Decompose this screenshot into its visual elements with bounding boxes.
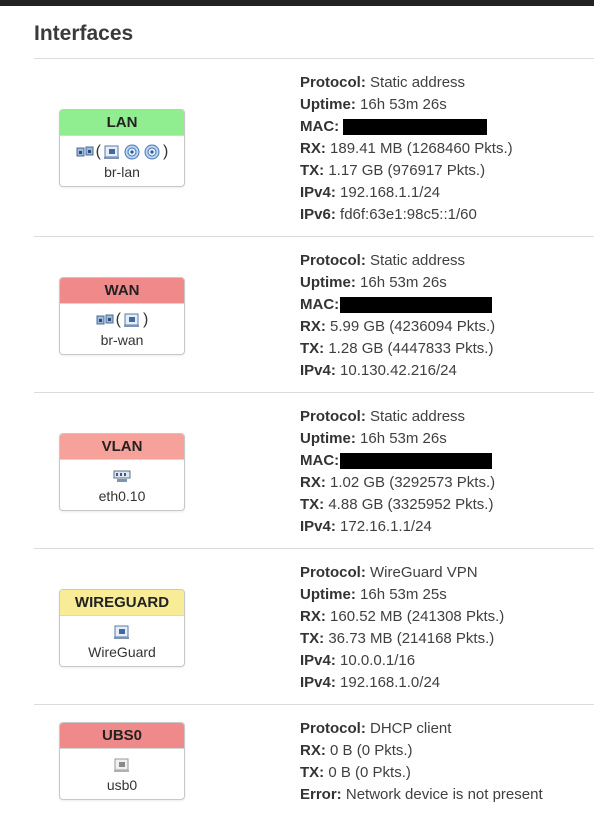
wifi-icon [124,144,140,159]
detail-line: IPv4: 10.0.0.1/16 [300,652,416,669]
detail-line: RX: 189.41 MB (1268460 Pkts.) [300,140,513,157]
interface-row-lan: LAN ( ) br-lan Protocol: Static address … [34,58,594,236]
mac-redaction [340,297,493,313]
detail-line-mac: MAC: [300,116,513,138]
detail-line: IPv4: 10.130.42.216/24 [300,362,457,379]
interface-icons [60,621,184,642]
interface-badge-wireguard[interactable]: WIREGUARD WireGuard [59,589,185,667]
detail-line-mac: MAC: [300,294,495,316]
device-name: eth0.10 [98,488,146,504]
ethernet-port-icon [114,625,129,639]
detail-line: Protocol: Static address [300,408,466,425]
device-name: br-lan [104,164,140,180]
detail-line: Protocol: DHCP client [300,720,452,737]
interface-row-usb0: UBS0 usb0 Protocol: DHCP client RX: 0 B … [34,704,594,824]
interface-badge-wan[interactable]: WAN ( ) br-wan [59,277,185,355]
wifi-icon [144,144,160,159]
detail-line: Protocol: WireGuard VPN [300,564,478,581]
detail-line: Protocol: Static address [300,74,466,91]
device-name: WireGuard [88,644,156,660]
detail-line: Protocol: Static address [300,252,466,269]
ethernet-port-icon [104,145,119,159]
interface-row-wan: WAN ( ) br-wan Protocol: Static address … [34,236,594,392]
interface-details-vlan: Protocol: Static address Uptime: 16h 53m… [300,406,495,538]
detail-line: RX: 160.52 MB (241308 Pkts.) [300,608,505,625]
interface-details-usb0: Protocol: DHCP client RX: 0 B (0 Pkts.) … [300,718,543,806]
interface-details-lan: Protocol: Static address Uptime: 16h 53m… [300,72,513,226]
detail-line: TX: 4.88 GB (3325952 Pkts.) [300,496,494,513]
detail-line: TX: 0 B (0 Pkts.) [300,764,411,781]
interface-name: LAN [60,110,184,136]
interface-row-vlan: VLAN eth0.10 Protocol: Static address Up… [34,392,594,548]
detail-line: Error: Network device is not present [300,786,543,803]
interface-icons [60,754,184,775]
interface-badge-usb0[interactable]: UBS0 usb0 [59,722,185,800]
detail-line: TX: 1.17 GB (976917 Pkts.) [300,162,486,179]
interface-name: UBS0 [60,723,184,749]
detail-line: TX: 36.73 MB (214168 Pkts.) [300,630,495,647]
interface-icons: ( ) [60,309,184,330]
detail-line: IPv4: 192.168.1.1/24 [300,184,441,201]
ethernet-port-disabled-icon [114,758,129,772]
interface-details-wireguard: Protocol: WireGuard VPN Uptime: 16h 53m … [300,562,504,694]
interface-name: WAN [60,278,184,304]
interface-badge-lan[interactable]: LAN ( ) br-lan [59,109,185,187]
ethernet-port-icon [124,313,139,327]
detail-line: IPv4: 172.16.1.1/24 [300,518,432,535]
device-name: br-wan [100,332,144,348]
mac-redaction [340,453,493,469]
detail-line: IPv4: 192.168.1.0/24 [300,674,441,691]
detail-line: Uptime: 16h 53m 26s [300,274,447,291]
detail-line: RX: 5.99 GB (4236094 Pkts.) [300,318,496,335]
bridge-icon [76,146,94,156]
top-bar [0,0,594,6]
detail-line: TX: 1.28 GB (4447833 Pkts.) [300,340,494,357]
interface-icons [60,465,184,486]
interface-details-wan: Protocol: Static address Uptime: 16h 53m… [300,250,495,382]
interface-badge-vlan[interactable]: VLAN eth0.10 [59,433,185,511]
mac-redaction [343,119,488,135]
interface-icons: ( ) [60,141,184,162]
interface-name: WIREGUARD [60,590,184,616]
interface-row-wireguard: WIREGUARD WireGuard Protocol: WireGuard … [34,548,594,704]
detail-line: RX: 1.02 GB (3292573 Pkts.) [300,474,496,491]
detail-line: Uptime: 16h 53m 26s [300,96,447,113]
bridge-icon [96,314,114,324]
detail-line-mac: MAC: [300,450,495,472]
device-name: usb0 [106,777,138,793]
detail-line: IPv6: fd6f:63e1:98c5::1/60 [300,206,477,223]
interface-name: VLAN [60,434,184,460]
switch-icon [113,470,131,482]
detail-line: Uptime: 16h 53m 26s [300,430,447,447]
detail-line: RX: 0 B (0 Pkts.) [300,742,413,759]
detail-line: Uptime: 16h 53m 25s [300,586,447,603]
page-title: Interfaces [34,22,134,45]
